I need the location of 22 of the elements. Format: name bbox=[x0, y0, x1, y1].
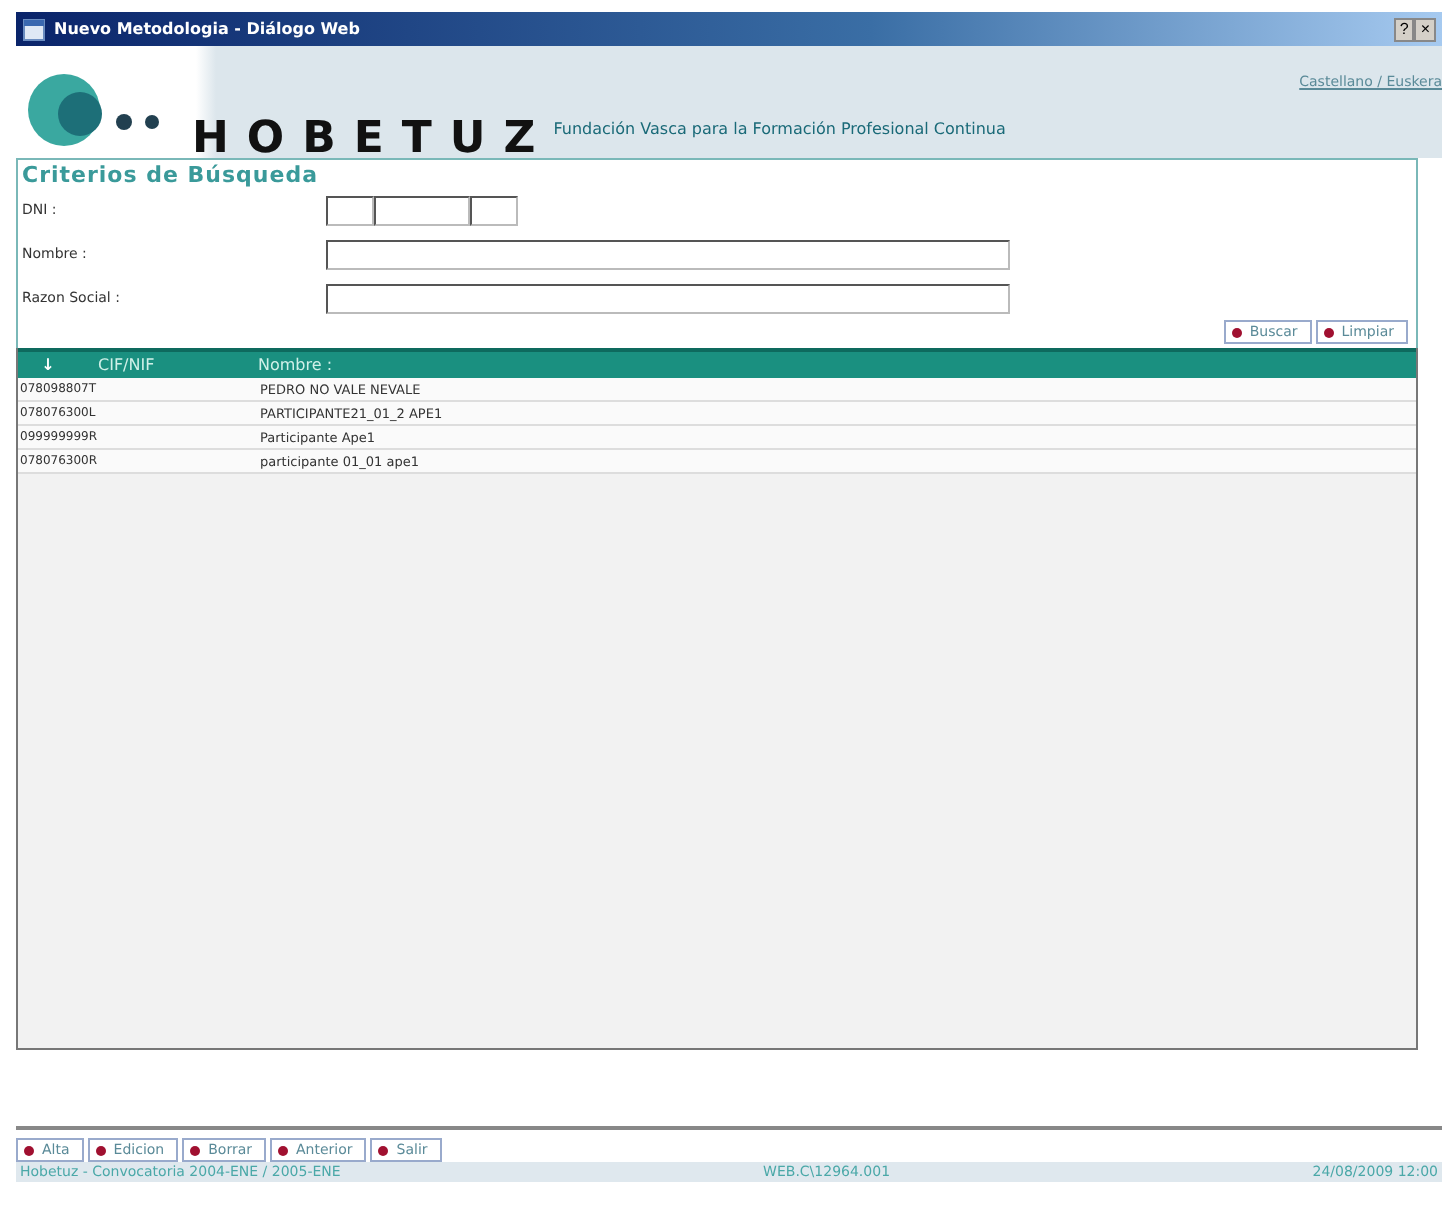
bullet-icon bbox=[95, 1145, 106, 1155]
input-field[interactable] bbox=[326, 195, 374, 225]
logo-text: HOBETUZ bbox=[192, 118, 554, 162]
subtitle: Fundación Vasca para la Formación Profesional Continua bbox=[553, 120, 1006, 138]
window-control-button[interactable]: ? bbox=[1393, 17, 1415, 41]
bullet-icon bbox=[24, 1145, 34, 1155]
sort-icon[interactable]: ↓ bbox=[18, 356, 78, 374]
bullet-icon bbox=[278, 1145, 288, 1155]
column-header[interactable]: Nombre : bbox=[258, 356, 333, 374]
bullet-icon bbox=[378, 1145, 389, 1155]
input-field[interactable] bbox=[374, 195, 470, 225]
window-title: Nuevo Metodologia - Diálogo Web bbox=[54, 20, 360, 38]
column-header[interactable]: CIF/NIF bbox=[78, 356, 258, 374]
window-control-button[interactable]: × bbox=[1414, 17, 1436, 41]
bullet-icon bbox=[1323, 327, 1334, 337]
input-field[interactable] bbox=[326, 239, 1010, 269]
panel-title: Criterios de Búsqueda bbox=[22, 162, 321, 188]
input-field[interactable] bbox=[470, 195, 518, 225]
bullet-icon bbox=[1231, 327, 1242, 337]
bullet-icon bbox=[190, 1145, 201, 1155]
window-icon bbox=[22, 17, 46, 41]
input-field[interactable] bbox=[326, 283, 1010, 313]
